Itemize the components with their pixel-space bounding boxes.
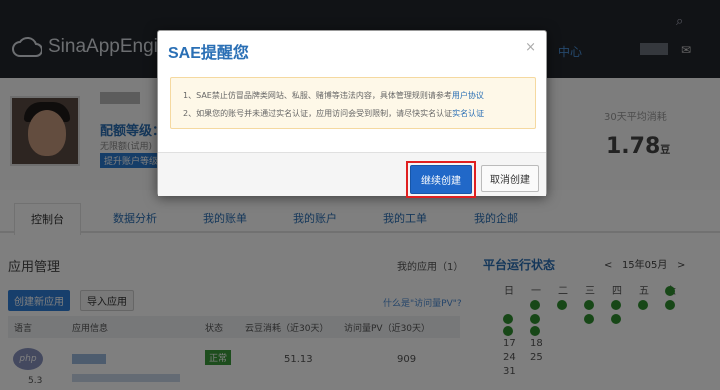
real-name-auth-link[interactable]: 实名认证 <box>452 109 484 118</box>
notice-line-2: 2、如果您的账号并未通过实名认证，应用访问会受到限制，请尽快实名认证实名认证 <box>183 109 485 118</box>
notice-box: 1、SAE禁止仿冒品牌类网站、私服、赌博等违法内容，具体管理规则请参考用户协议 … <box>170 77 536 129</box>
dialog-footer: 继续创建 取消创建 <box>158 152 546 198</box>
cancel-create-button[interactable]: 取消创建 <box>481 165 539 192</box>
dialog-title: SAE提醒您 <box>168 45 249 62</box>
user-agreement-link[interactable]: 用户协议 <box>452 91 484 100</box>
notice-line-1: 1、SAE禁止仿冒品牌类网站、私服、赌博等违法内容，具体管理规则请参考用户协议 <box>183 91 484 100</box>
highlight-box: 继续创建 <box>406 161 476 198</box>
close-icon[interactable]: × <box>525 40 536 55</box>
sae-reminder-dialog: SAE提醒您 × 1、SAE禁止仿冒品牌类网站、私服、赌博等违法内容，具体管理规… <box>157 30 547 198</box>
continue-create-button[interactable]: 继续创建 <box>410 165 472 194</box>
